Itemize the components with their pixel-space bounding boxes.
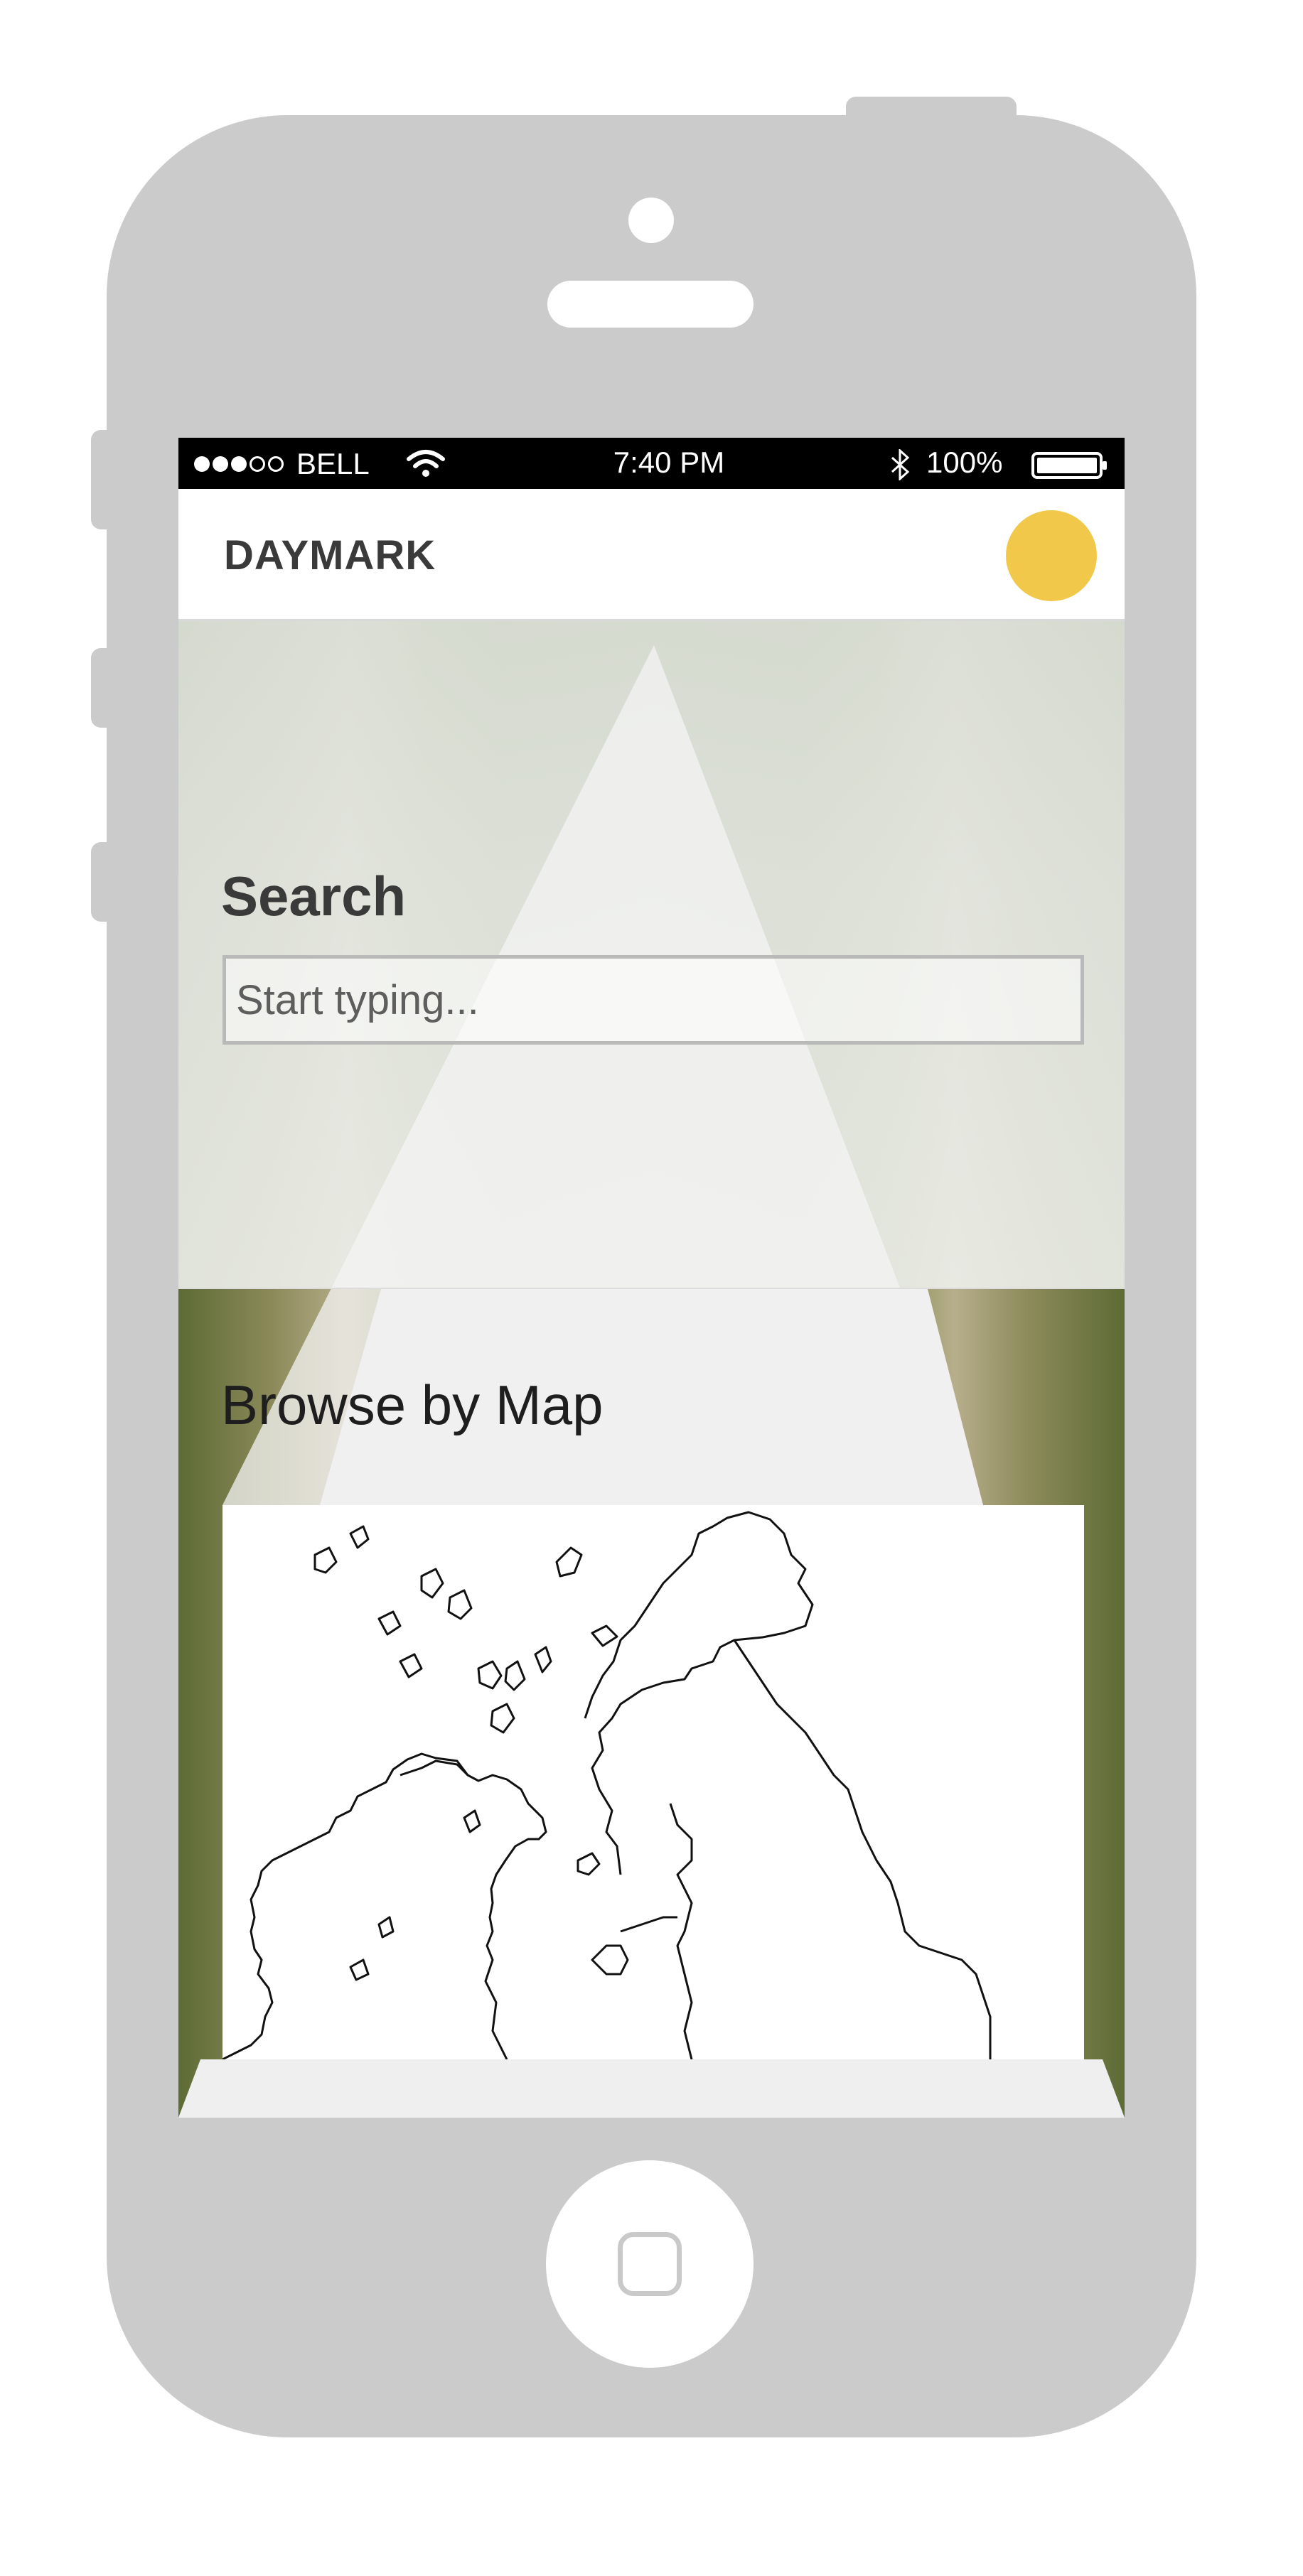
screen: BELL 7:40 PM 100% DAYMARK Search Start t… <box>178 438 1125 2118</box>
signal-carrier: BELL <box>194 449 370 479</box>
status-time: 7:40 PM <box>613 446 725 479</box>
profile-avatar-button[interactable] <box>1006 510 1097 601</box>
bluetooth-icon <box>891 449 910 480</box>
carrier-name: BELL <box>296 447 370 480</box>
home-button-icon <box>618 2232 682 2296</box>
front-camera <box>628 198 674 243</box>
status-bar: BELL 7:40 PM 100% <box>178 438 1125 489</box>
home-button[interactable] <box>546 2160 754 2368</box>
search-heading: Search <box>221 865 407 927</box>
app-title: DAYMARK <box>224 532 436 578</box>
app-header: DAYMARK <box>178 489 1125 621</box>
battery-icon <box>1031 452 1107 479</box>
signal-dot-icon <box>250 456 265 472</box>
signal-dot-icon <box>213 456 228 472</box>
phone-mockup: BELL 7:40 PM 100% DAYMARK Search Start t… <box>0 0 1303 2576</box>
browse-by-map-heading: Browse by Map <box>221 1374 604 1436</box>
search-input[interactable] <box>222 955 1084 1045</box>
wifi-icon <box>407 450 445 477</box>
battery-percent: 100% <box>926 446 1003 479</box>
earpiece-speaker <box>547 281 754 328</box>
uk-map[interactable] <box>222 1505 1084 2059</box>
signal-dot-icon <box>231 456 247 472</box>
signal-dot-icon <box>268 456 284 472</box>
uk-map-outline <box>222 1511 992 2059</box>
signal-dot-icon <box>194 456 210 472</box>
